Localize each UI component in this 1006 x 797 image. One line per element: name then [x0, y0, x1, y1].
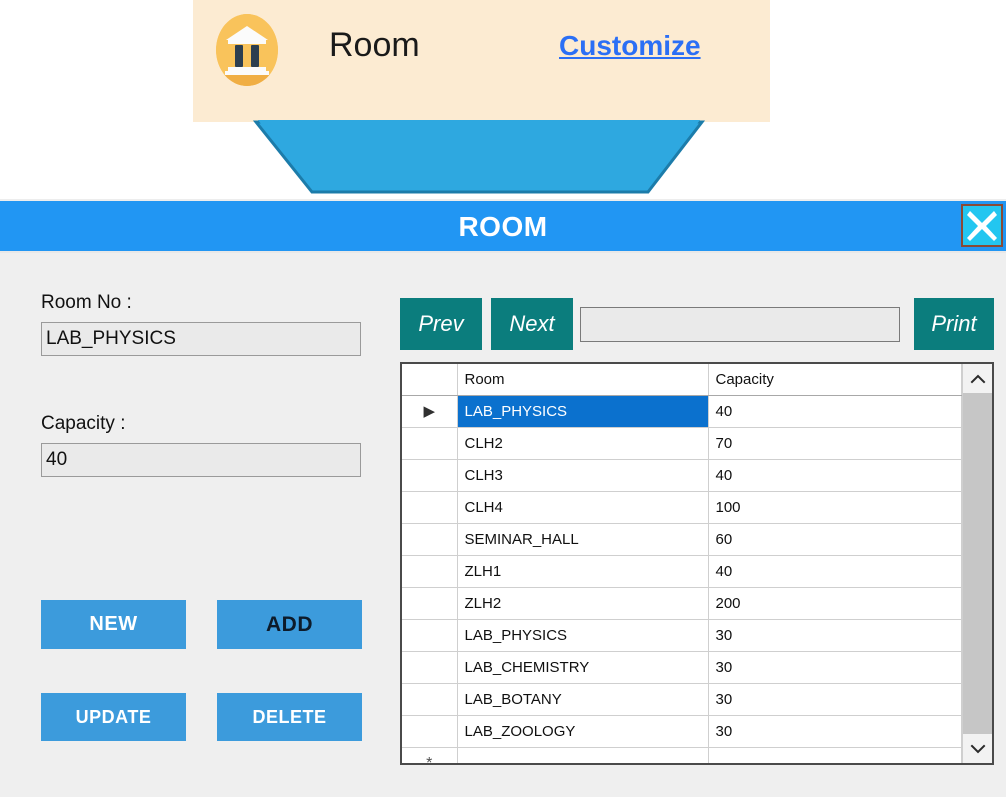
cell-room[interactable]: ZLH2 [457, 587, 709, 620]
update-button[interactable]: UPDATE [41, 693, 186, 741]
banner-title: Room [329, 26, 420, 64]
new-button[interactable]: NEW [41, 600, 186, 649]
down-arrow-connector [250, 120, 710, 202]
row-selector-cell[interactable] [402, 555, 458, 588]
row-arrow-icon: ▶ [423, 403, 436, 420]
grid-header-room[interactable]: Room [457, 364, 709, 396]
table-row[interactable]: * [402, 747, 962, 764]
grid-vertical-scrollbar[interactable] [962, 364, 992, 763]
row-selector-cell[interactable] [402, 491, 458, 524]
capacity-input[interactable] [41, 443, 361, 477]
table-row[interactable]: SEMINAR_HALL 60 [402, 523, 962, 556]
asterisk-icon: * [426, 755, 432, 764]
cell-capacity[interactable]: 60 [708, 523, 962, 556]
row-selector-cell[interactable] [402, 523, 458, 556]
chevron-up-icon[interactable] [963, 364, 992, 393]
close-icon[interactable] [961, 204, 1003, 247]
row-selector-cell[interactable] [402, 715, 458, 748]
scrollbar-thumb[interactable] [963, 393, 992, 734]
print-button[interactable]: Print [914, 298, 994, 350]
bank-building-icon [216, 14, 278, 86]
table-row[interactable]: CLH2 70 [402, 427, 962, 460]
grid-table: Room Capacity ▶ LAB_PHYSICS 40 CLH2 70 CLH3 40… [402, 364, 962, 763]
table-row[interactable]: LAB_ZOOLOGY 30 [402, 715, 962, 748]
grid-header-capacity[interactable]: Capacity [708, 364, 962, 396]
grid-body: ▶ LAB_PHYSICS 40 CLH2 70 CLH3 40 CLH4 100 SEMINAR… [402, 395, 962, 764]
chevron-down-icon[interactable] [963, 734, 992, 763]
cell-capacity[interactable]: 200 [708, 587, 962, 620]
cell-room[interactable]: LAB_ZOOLOGY [457, 715, 709, 748]
cell-capacity[interactable]: 30 [708, 619, 962, 652]
room-no-input[interactable] [41, 322, 361, 356]
cell-room[interactable]: CLH3 [457, 459, 709, 492]
table-row[interactable]: LAB_BOTANY 30 [402, 683, 962, 716]
table-row[interactable]: LAB_PHYSICS 30 [402, 619, 962, 652]
row-selector-cell[interactable] [402, 459, 458, 492]
cell-room[interactable] [457, 747, 709, 763]
cell-room[interactable]: LAB_BOTANY [457, 683, 709, 716]
table-row[interactable]: CLH4 100 [402, 491, 962, 524]
cell-room[interactable]: CLH2 [457, 427, 709, 460]
search-input[interactable] [580, 307, 900, 342]
cell-capacity[interactable]: 30 [708, 651, 962, 684]
row-selector-cell[interactable] [402, 619, 458, 652]
grid-viewport: Room Capacity ▶ LAB_PHYSICS 40 CLH2 70 CLH3 40… [402, 364, 962, 763]
capacity-label: Capacity : [41, 413, 126, 434]
cell-capacity[interactable] [708, 747, 962, 763]
prev-button[interactable]: Prev [400, 298, 482, 350]
room-no-label: Room No : [41, 292, 132, 313]
cell-capacity[interactable]: 70 [708, 427, 962, 460]
cell-room[interactable]: LAB_PHYSICS [457, 619, 709, 652]
dialog-titlebar: ROOM [0, 201, 1006, 253]
new-row-marker[interactable]: * [402, 747, 458, 764]
customize-link[interactable]: Customize [559, 30, 701, 62]
add-button[interactable]: ADD [217, 600, 362, 649]
table-row[interactable]: LAB_CHEMISTRY 30 [402, 651, 962, 684]
row-selector-cell[interactable]: ▶ [402, 395, 458, 428]
room-data-grid[interactable]: Room Capacity ▶ LAB_PHYSICS 40 CLH2 70 CLH3 40… [400, 362, 994, 765]
cell-room[interactable]: SEMINAR_HALL [457, 523, 709, 556]
cell-capacity[interactable]: 100 [708, 491, 962, 524]
cell-room[interactable]: LAB_PHYSICS [457, 395, 709, 428]
row-selector-cell[interactable] [402, 587, 458, 620]
next-button[interactable]: Next [491, 298, 573, 350]
room-dialog-window: ROOM Room No : Capacity : NEW ADD UPDATE… [0, 199, 1006, 797]
row-selector-cell[interactable] [402, 651, 458, 684]
table-row[interactable]: ▶ LAB_PHYSICS 40 [402, 395, 962, 428]
table-row[interactable]: ZLH1 40 [402, 555, 962, 588]
cell-room[interactable]: ZLH1 [457, 555, 709, 588]
table-row[interactable]: CLH3 40 [402, 459, 962, 492]
cell-capacity[interactable]: 40 [708, 395, 962, 428]
dialog-title: ROOM [458, 211, 548, 242]
app-banner: Room Customize [193, 0, 770, 122]
cell-room[interactable]: CLH4 [457, 491, 709, 524]
cell-capacity[interactable]: 40 [708, 555, 962, 588]
cell-room[interactable]: LAB_CHEMISTRY [457, 651, 709, 684]
cell-capacity[interactable]: 30 [708, 715, 962, 748]
delete-button[interactable]: DELETE [217, 693, 362, 741]
row-selector-cell[interactable] [402, 683, 458, 716]
grid-header-row: Room Capacity [402, 364, 962, 396]
table-row[interactable]: ZLH2 200 [402, 587, 962, 620]
grid-header-selector [402, 364, 458, 396]
cell-capacity[interactable]: 40 [708, 459, 962, 492]
cell-capacity[interactable]: 30 [708, 683, 962, 716]
row-selector-cell[interactable] [402, 427, 458, 460]
